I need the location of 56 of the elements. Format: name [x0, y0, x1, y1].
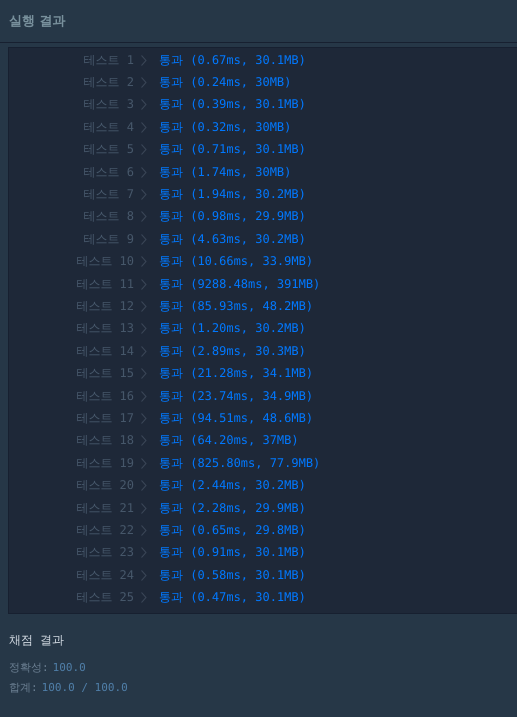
chevron-icon: [141, 570, 147, 581]
chevron-icon: [141, 390, 147, 402]
chevron-icon: [141, 122, 147, 133]
test-result: 통과 (0.24ms, 30MB): [159, 74, 292, 92]
chevron-icon: [141, 458, 147, 469]
chevron-icon: [141, 166, 147, 178]
test-result: 통과 (21.28ms, 34.1MB): [159, 365, 314, 382]
test-result: 통과 (0.65ms, 29.8MB): [159, 522, 306, 539]
test-result: 통과 (85.93ms, 48.2MB): [159, 298, 314, 315]
test-result: 통과 (1.94ms, 30.2MB): [159, 186, 306, 204]
test-result: 통과 (1.20ms, 30.2MB): [159, 320, 306, 338]
summary-label: 합계:: [9, 680, 38, 694]
summary-value: 100.0 / 100.0: [42, 680, 128, 694]
test-result: 통과 (2.28ms, 29.9MB): [159, 500, 306, 516]
summary-value: 100.0: [52, 660, 86, 674]
chevron-icon: [141, 435, 147, 446]
test-result: 통과 (0.91ms, 30.1MB): [159, 544, 306, 562]
chevron-icon: [141, 234, 147, 245]
chevron-icon: [141, 278, 147, 290]
test-result: 통과 (0.47ms, 30.1MB): [159, 589, 306, 606]
chevron-icon: [141, 300, 147, 312]
test-result: 통과 (4.63ms, 30.2MB): [159, 230, 306, 248]
panel-title: 실행 결과: [9, 13, 66, 30]
test-result: 통과 (10.66ms, 33.9MB): [159, 253, 314, 270]
chevron-icon: [141, 99, 147, 110]
chevron-icon: [141, 144, 147, 156]
chevron-icon: [141, 211, 147, 222]
test-result: 통과 (23.74ms, 34.9MB): [159, 388, 314, 405]
test-result: 통과 (9288.48ms, 391MB): [159, 276, 320, 293]
chevron-icon: [141, 54, 147, 66]
test-result: 통과 (0.67ms, 30.1MB): [159, 52, 306, 69]
test-result: 통과 (0.39ms, 30.1MB): [159, 96, 306, 114]
chevron-icon: [141, 346, 147, 357]
chevron-icon: [141, 368, 147, 380]
test-result: 통과 (0.71ms, 30.1MB): [159, 141, 306, 158]
test-result: 통과 (2.44ms, 30.2MB): [159, 477, 306, 494]
chevron-icon: [141, 480, 147, 492]
chevron-icon: [141, 524, 147, 536]
test-result: 통과 (0.98ms, 29.9MB): [159, 208, 306, 226]
chevron-icon: [141, 256, 147, 268]
chevron-icon: [141, 77, 147, 88]
test-result: 통과 (2.89ms, 30.3MB): [159, 342, 306, 360]
chevron-icon: [141, 323, 147, 334]
test-result: 통과 (0.32ms, 30MB): [159, 118, 292, 136]
summary-label: 정확성:: [9, 660, 49, 674]
chevron-icon: [141, 592, 147, 604]
chevron-icon: [141, 547, 147, 558]
test-result: 통과 (64.20ms, 37MB): [159, 432, 299, 450]
test-result: 통과 (94.51ms, 48.6MB): [159, 410, 314, 427]
test-result: 통과 (825.80ms, 77.9MB): [159, 454, 320, 472]
summary-title: 채점 결과: [9, 632, 66, 649]
chevron-icon: [141, 502, 147, 514]
test-result: 통과 (0.58ms, 30.1MB): [159, 566, 306, 584]
test-result: 통과 (1.74ms, 30MB): [159, 164, 292, 181]
chevron-icon: [141, 189, 147, 200]
chevron-icon: [141, 412, 147, 424]
